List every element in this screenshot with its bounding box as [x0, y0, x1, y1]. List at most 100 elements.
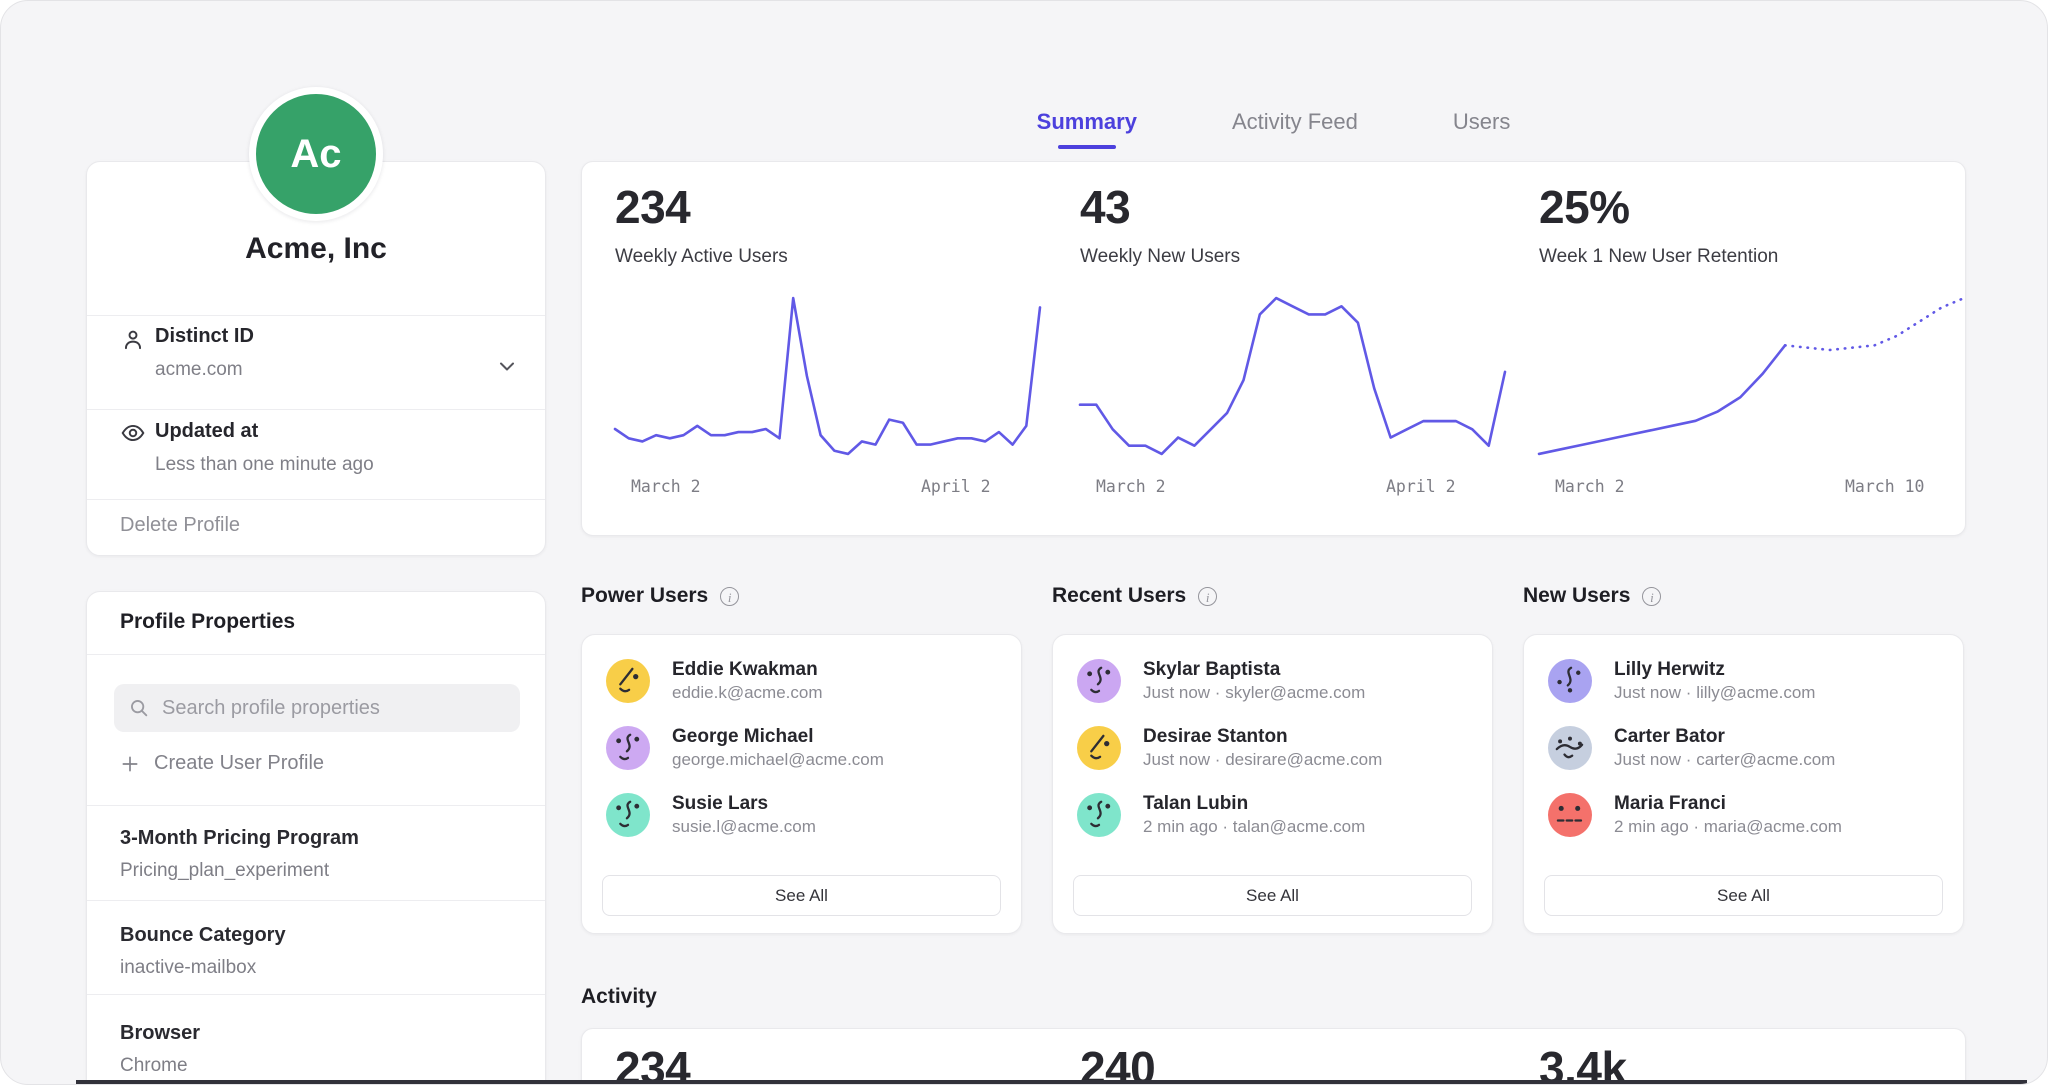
stat-label: Week 1 New User Retention — [1539, 246, 1778, 268]
user-name: Skylar Baptista — [1143, 657, 1365, 683]
property-name: Bounce Category — [120, 924, 286, 947]
section-header: Power Users — [581, 584, 739, 608]
section-title: Recent Users — [1052, 584, 1186, 608]
user-avatar — [1548, 659, 1592, 703]
search-profile-properties — [114, 684, 520, 732]
x-axis-start-label: March 2 — [1555, 477, 1625, 496]
main-content: Summary Activity Feed Users 234 Weekly A… — [581, 1, 1966, 1085]
tab-users[interactable]: Users — [1453, 109, 1510, 149]
tab-bar: Summary Activity Feed Users — [581, 109, 1966, 149]
distinct-id-value: acme.com — [155, 359, 243, 381]
sidebar: Ac Acme, Inc Distinct ID acme.com — [86, 1, 546, 1085]
property-value: Pricing_plan_experiment — [120, 860, 329, 882]
divider — [87, 994, 545, 995]
section-header: Recent Users — [1052, 584, 1217, 608]
search-input[interactable] — [160, 696, 506, 721]
week1-retention-sparkline — [1539, 290, 1964, 462]
divider — [87, 499, 545, 500]
weekly-active-users-sparkline — [615, 290, 1040, 462]
stat-value: 25% — [1539, 180, 1630, 234]
see-all-button[interactable]: See All — [1544, 875, 1943, 916]
user-name: Maria Franci — [1614, 791, 1842, 817]
property-name: 3-Month Pricing Program — [120, 827, 359, 850]
stat-week1-retention: 25% Week 1 New User Retention March 2 Ma… — [1539, 162, 1964, 535]
user-name: George Michael — [672, 724, 884, 750]
plus-icon — [120, 754, 140, 774]
info-icon[interactable] — [720, 587, 739, 606]
user-row[interactable]: Lilly Herwitz Just now · lilly@acme.com — [1548, 657, 1939, 705]
info-icon[interactable] — [1198, 587, 1217, 606]
property-value: inactive-mailbox — [120, 957, 256, 979]
see-all-button[interactable]: See All — [1073, 875, 1472, 916]
user-row[interactable]: Desirae Stanton Just now · desirare@acme… — [1077, 724, 1468, 772]
user-avatar — [1077, 726, 1121, 770]
active-tab-underline — [1058, 145, 1116, 149]
activity-value: 3.4k — [1539, 1041, 1627, 1085]
summary-card: 234 Weekly Active Users March 2 April 2 … — [581, 161, 1966, 536]
power-users-card: Eddie Kwakman eddie.k@acme.com George Mi… — [581, 634, 1022, 934]
user-detail: Just now · desirare@acme.com — [1143, 749, 1382, 772]
profile-properties-card: Profile Properties Create User Profile 3… — [86, 591, 546, 1085]
user-row[interactable]: Eddie Kwakman eddie.k@acme.com — [606, 657, 997, 705]
activity-value: 234 — [615, 1041, 690, 1085]
user-name: Carter Bator — [1614, 724, 1835, 750]
stat-weekly-new-users: 43 Weekly New Users March 2 April 2 — [1080, 162, 1505, 535]
user-avatar — [606, 659, 650, 703]
x-axis-start-label: March 2 — [1096, 477, 1166, 496]
tab-activity-feed[interactable]: Activity Feed — [1232, 109, 1358, 149]
section-header: New Users — [1523, 584, 1661, 608]
activity-card: 234 240 3.4k — [581, 1028, 1966, 1085]
updated-at-value: Less than one minute ago — [155, 454, 374, 476]
weekly-new-users-sparkline — [1080, 290, 1505, 462]
see-all-button[interactable]: See All — [602, 875, 1001, 916]
user-detail: 2 min ago · maria@acme.com — [1614, 816, 1842, 839]
tab-summary[interactable]: Summary — [1037, 109, 1137, 149]
create-user-profile-button[interactable]: Create User Profile — [120, 752, 324, 775]
user-detail: Just now · skyler@acme.com — [1143, 682, 1365, 705]
tab-activity-feed-label: Activity Feed — [1232, 109, 1358, 134]
stat-label: Weekly New Users — [1080, 246, 1240, 268]
user-name: Desirae Stanton — [1143, 724, 1382, 750]
x-axis-end-label: April 2 — [1386, 477, 1456, 496]
user-avatar — [1548, 793, 1592, 837]
user-avatar — [606, 726, 650, 770]
chevron-down-icon[interactable] — [495, 354, 519, 378]
info-icon[interactable] — [1642, 587, 1661, 606]
tab-summary-label: Summary — [1037, 109, 1137, 134]
divider — [87, 409, 545, 410]
tab-users-label: Users — [1453, 109, 1510, 134]
stat-label: Weekly Active Users — [615, 246, 788, 268]
app-frame: Ac Acme, Inc Distinct ID acme.com — [0, 0, 2048, 1085]
user-detail: eddie.k@acme.com — [672, 682, 823, 705]
user-row[interactable]: Maria Franci 2 min ago · maria@acme.com — [1548, 791, 1939, 839]
user-detail: Just now · carter@acme.com — [1614, 749, 1835, 772]
user-row[interactable]: Skylar Baptista Just now · skyler@acme.c… — [1077, 657, 1468, 705]
user-detail: susie.l@acme.com — [672, 816, 816, 839]
user-row[interactable]: Talan Lubin 2 min ago · talan@acme.com — [1077, 791, 1468, 839]
activity-title: Activity — [581, 985, 657, 1009]
user-name: Talan Lubin — [1143, 791, 1365, 817]
user-row[interactable]: George Michael george.michael@acme.com — [606, 724, 997, 772]
company-avatar-initials: Ac — [290, 132, 341, 177]
distinct-id-label: Distinct ID — [155, 325, 254, 348]
recent-users-card: Skylar Baptista Just now · skyler@acme.c… — [1052, 634, 1493, 934]
user-avatar — [606, 793, 650, 837]
new-users-card: Lilly Herwitz Just now · lilly@acme.com … — [1523, 634, 1964, 934]
user-avatar — [1548, 726, 1592, 770]
stat-value: 234 — [615, 180, 690, 234]
activity-value: 240 — [1080, 1041, 1155, 1085]
user-row[interactable]: Carter Bator Just now · carter@acme.com — [1548, 724, 1939, 772]
divider — [87, 900, 545, 901]
delete-profile-button[interactable]: Delete Profile — [120, 514, 240, 537]
divider — [87, 315, 545, 316]
x-axis-end-label: March 10 — [1845, 477, 1924, 496]
user-avatar — [1077, 793, 1121, 837]
user-detail: 2 min ago · talan@acme.com — [1143, 816, 1365, 839]
updated-at-label: Updated at — [155, 420, 258, 443]
window-bottom-edge — [76, 1080, 2027, 1084]
stat-weekly-active-users: 234 Weekly Active Users March 2 April 2 — [615, 162, 1040, 535]
user-row[interactable]: Susie Lars susie.l@acme.com — [606, 791, 997, 839]
stat-value: 43 — [1080, 180, 1130, 234]
user-name: Lilly Herwitz — [1614, 657, 1815, 683]
eye-icon — [120, 420, 146, 446]
